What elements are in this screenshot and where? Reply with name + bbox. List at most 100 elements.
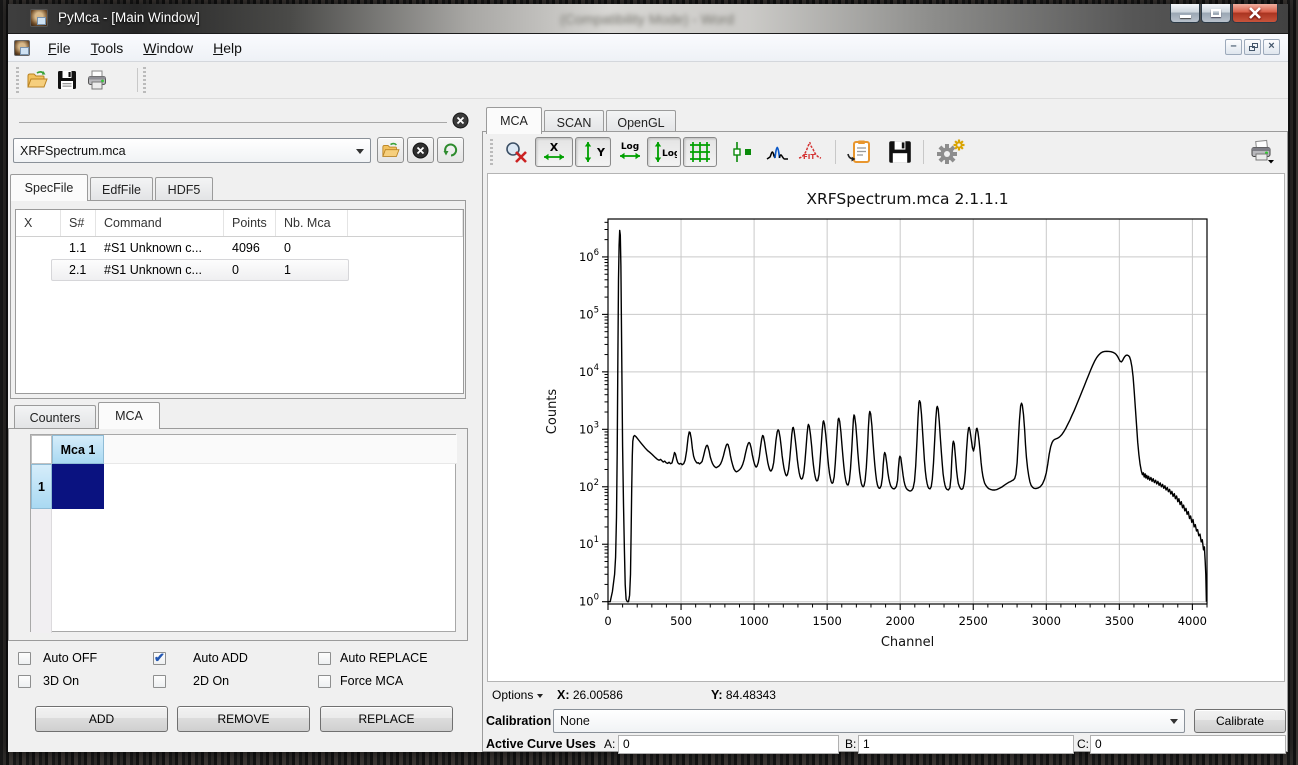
a-label: A: — [604, 737, 615, 751]
points-slider-icon — [732, 140, 756, 164]
mca-column-header[interactable]: Mca 1 — [52, 435, 104, 464]
minimize-icon — [1180, 15, 1191, 18]
source-close-button[interactable] — [407, 137, 434, 163]
plot-toolbar-handle[interactable] — [490, 139, 493, 165]
close-button[interactable] — [1232, 4, 1278, 23]
a-value-field[interactable]: 0 — [618, 735, 839, 754]
tab-mca[interactable]: MCA — [98, 402, 160, 429]
open-file-button[interactable] — [24, 67, 50, 93]
clipboard-button[interactable] — [843, 137, 877, 167]
svg-text:Channel: Channel — [881, 635, 934, 650]
calibration-combobox[interactable]: None — [553, 709, 1185, 733]
calibrate-button[interactable]: Calibrate — [1194, 709, 1286, 733]
checkbox-1[interactable] — [153, 652, 166, 665]
dock-separator-line — [19, 122, 447, 123]
grid-button[interactable] — [683, 137, 717, 167]
tab-plot-mca[interactable]: MCA — [486, 107, 542, 134]
toolbar-handle-2[interactable] — [143, 67, 146, 93]
x-autoscale-button[interactable]: X — [535, 137, 573, 167]
spectrum-plot-svg[interactable]: 0500100015002000250030003500400010010110… — [488, 174, 1284, 681]
mca-row-header[interactable]: 1 — [31, 464, 52, 509]
pymca-window: (Compatibility Mode) - Word PyMca - [Mai… — [8, 4, 1288, 752]
scan-table-header[interactable]: X S# Command Points Nb. Mca — [16, 210, 463, 237]
scan-table[interactable]: X S# Command Points Nb. Mca 1.1 #S1 Unkn… — [15, 209, 464, 394]
x-autoscale-icon: X — [540, 140, 568, 164]
menu-window[interactable]: Window — [133, 36, 203, 60]
svg-text:1500: 1500 — [813, 614, 842, 628]
combo-arrow-icon — [1170, 719, 1178, 724]
fit-button[interactable]: FIT — [795, 137, 825, 167]
tab-edffile[interactable]: EdfFile — [90, 177, 153, 201]
b-value-field[interactable]: 1 — [858, 735, 1074, 754]
pymca-app-icon — [30, 9, 48, 27]
source-open-button[interactable] — [377, 137, 404, 163]
col-header-x[interactable]: X — [16, 210, 61, 236]
print-button[interactable] — [84, 67, 110, 93]
tab-specfile[interactable]: SpecFile — [10, 174, 88, 201]
menu-tools[interactable]: Tools — [81, 36, 134, 60]
col-header-nbmca[interactable]: Nb. Mca — [276, 210, 348, 236]
replace-button[interactable]: REPLACE — [320, 706, 453, 732]
col-header-command[interactable]: Command — [96, 210, 224, 236]
source-file-value: XRFSpectrum.mca — [20, 144, 126, 158]
log-y-button[interactable]: Log — [647, 137, 681, 167]
gear-icon — [934, 138, 966, 166]
cursor-x-readout: X: 26.00586 — [557, 688, 623, 702]
calibration-label: Calibration — [486, 714, 551, 728]
svg-text:2500: 2500 — [959, 614, 988, 628]
refresh-icon — [442, 141, 460, 159]
toolbar-separator — [137, 68, 138, 92]
y-autoscale-button[interactable]: Y — [575, 137, 611, 167]
smoothing-button[interactable] — [763, 137, 793, 167]
source-file-combobox[interactable]: XRFSpectrum.mca — [13, 138, 371, 163]
maximize-button[interactable] — [1201, 4, 1231, 23]
checkbox-4[interactable] — [153, 675, 166, 688]
checkbox-5[interactable] — [318, 675, 331, 688]
add-button[interactable]: ADD — [35, 706, 168, 732]
fit-icon: FIT — [797, 140, 823, 164]
source-reload-button[interactable] — [437, 137, 464, 163]
close-circle-icon — [412, 142, 429, 159]
dock-close-button[interactable] — [452, 112, 469, 134]
checkbox-0[interactable] — [18, 652, 31, 665]
mca-selection-table[interactable]: Mca 1 1 — [30, 434, 456, 632]
remove-button[interactable]: REMOVE — [177, 706, 310, 732]
mca-selected-cell[interactable] — [52, 464, 104, 509]
spectrum-plot[interactable]: 0500100015002000250030003500400010010110… — [487, 173, 1285, 682]
b-label: B: — [845, 737, 856, 751]
tab-hdf5[interactable]: HDF5 — [155, 177, 213, 201]
menu-help[interactable]: Help — [203, 36, 252, 60]
plugins-button[interactable] — [931, 137, 969, 167]
table-row-selected[interactable]: 2.1 #S1 Unknown c... 0 1 — [16, 259, 463, 281]
peak-curve-icon — [766, 140, 790, 164]
save-plot-button[interactable] — [885, 137, 915, 167]
save-button[interactable] — [54, 67, 80, 93]
table-row[interactable]: 1.1 #S1 Unknown c... 4096 0 — [16, 237, 463, 259]
svg-text:Counts: Counts — [545, 389, 560, 435]
col-header-s[interactable]: S# — [61, 210, 96, 236]
plot-toolbar-separator-1 — [835, 140, 836, 164]
menu-file[interactable]: File — [38, 36, 81, 60]
checkbox-2[interactable] — [318, 652, 331, 665]
print-plot-button[interactable] — [1247, 137, 1277, 167]
mdi-close-button[interactable]: × — [1263, 39, 1280, 55]
main-toolbar — [8, 62, 1288, 99]
mdi-restore-button[interactable] — [1244, 39, 1261, 55]
points-toggle-button[interactable] — [729, 137, 759, 167]
title-bar[interactable]: (Compatibility Mode) - Word PyMca - [Mai… — [8, 4, 1288, 34]
combo-arrow-icon — [356, 149, 364, 154]
checkbox-3[interactable] — [18, 675, 31, 688]
options-arrow-icon — [537, 694, 543, 698]
mdi-minimize-button[interactable]: – — [1225, 39, 1242, 55]
minimize-button[interactable] — [1170, 4, 1200, 23]
toolbar-handle[interactable] — [16, 67, 19, 93]
pymca-menu-icon — [14, 40, 30, 56]
svg-text:3500: 3500 — [1105, 614, 1134, 628]
c-value-field[interactable]: 0 — [1090, 735, 1286, 754]
svg-text:X: X — [550, 141, 559, 154]
col-header-points[interactable]: Points — [224, 210, 276, 236]
options-button[interactable]: Options — [492, 688, 543, 702]
log-x-button[interactable]: Log — [615, 137, 645, 167]
zoom-reset-button[interactable] — [501, 137, 531, 167]
tab-counters[interactable]: Counters — [14, 405, 96, 429]
